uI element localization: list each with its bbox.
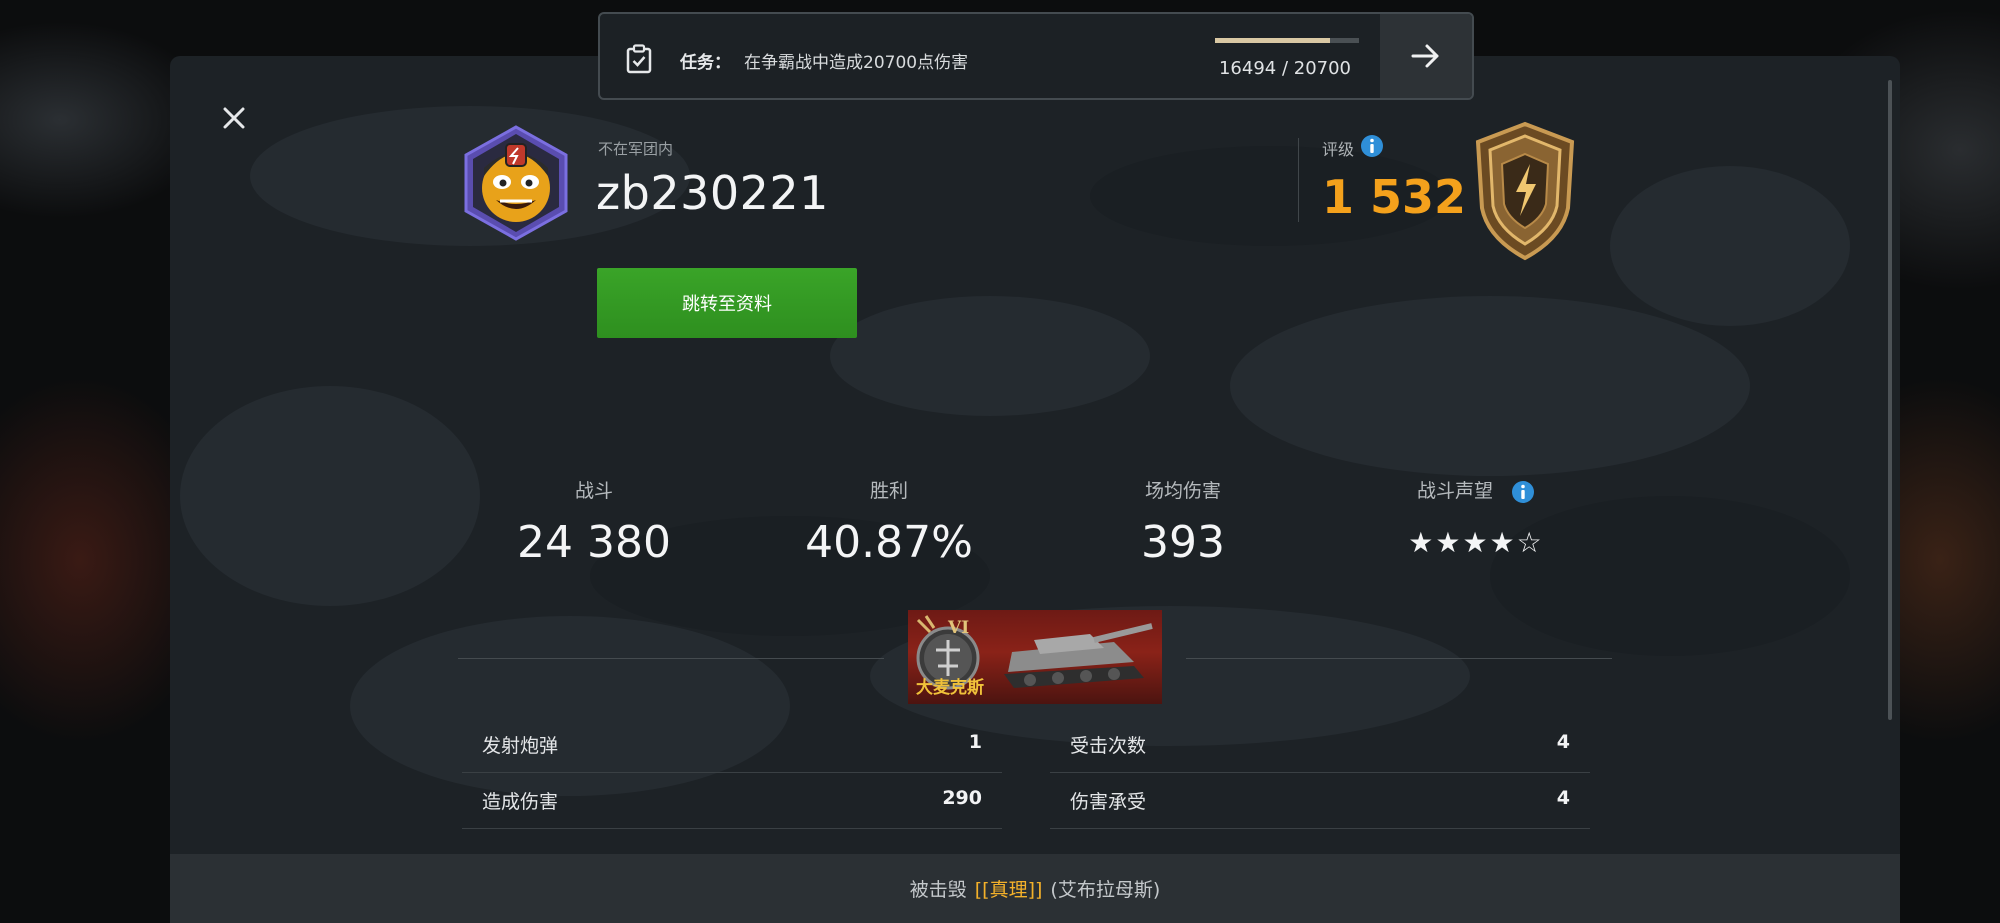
stat-avg-damage: 场均伤害 393 [1053,476,1313,568]
divider-right [1186,658,1612,659]
detail-row: 受击次数 4 [1050,717,1590,773]
kill-prefix: 被击毁 [909,879,967,901]
stat-value: 393 [1141,517,1225,568]
rating-divider [1298,138,1299,222]
stat-victories: 胜利 40.87% [759,476,1019,568]
stat-label: 场均伤害 [1144,480,1221,502]
detail-row: 发射炮弹 1 [462,717,1002,773]
killer-vehicle: (艾布拉母斯) [1050,879,1161,901]
stat-battles: 战斗 24 380 [464,476,724,568]
player-profile-panel [170,56,1900,923]
tank-tier: VI [948,618,970,638]
killer-clan-tag: [[真理]] [974,879,1043,901]
reputation-stars: ★★★★☆ [1408,525,1544,559]
mission-bar[interactable]: 任务： 在争霸战中造成20700点伤害 16494 / 20700 [598,12,1474,100]
goto-profile-button[interactable]: 跳转至资料 [597,268,857,338]
tank-card[interactable]: VI 大麦克斯 [908,610,1162,704]
kill-notification-bar: 被击毁 [[真理]] (艾布拉母斯) [170,854,1900,923]
detail-value: 4 [1556,787,1570,809]
stat-label: 战斗声望 [1416,480,1493,502]
tank-name: 大麦克斯 [916,678,984,698]
detail-value: 1 [968,731,982,753]
stat-label: 战斗 [574,480,613,502]
mission-progress-fill [1215,38,1330,43]
player-name: zb230221 [596,166,829,220]
divider-left [458,658,884,659]
detail-row: 伤害承受 4 [1050,773,1590,829]
close-button[interactable] [216,100,252,136]
player-avatar [464,125,568,241]
info-icon[interactable] [1360,134,1384,158]
detail-label: 受击次数 [1070,735,1147,757]
close-icon [223,107,245,129]
mission-description: 在争霸战中造成20700点伤害 [744,53,969,73]
rating-value: 1 532 [1322,170,1467,224]
mission-open-button[interactable] [1380,14,1472,98]
detail-label: 造成伤害 [482,791,559,813]
arrow-right-icon [1411,44,1439,68]
rating-label: 评级 [1322,140,1355,159]
mission-progress-text: 16494 / 20700 [1218,58,1352,79]
detail-row: 造成伤害 290 [462,773,1002,829]
stat-reputation: 战斗声望 ★★★★☆ [1346,476,1606,559]
detail-label: 发射炮弹 [482,735,559,757]
stat-value: 40.87% [805,517,973,568]
mission-label: 任务： [680,53,731,73]
camo-pattern [180,106,1850,796]
stat-value: 24 380 [517,517,671,568]
rank-shield-icon [1475,121,1575,261]
detail-value: 4 [1556,731,1570,753]
clan-status: 不在军团内 [598,140,674,158]
stat-label: 胜利 [869,480,908,502]
detail-value: 290 [942,787,982,809]
scrollbar[interactable] [1888,80,1892,720]
info-icon[interactable] [1511,480,1535,504]
detail-label: 伤害承受 [1070,791,1147,813]
mission-progress-bar [1215,38,1359,43]
clipboard-check-icon [626,44,652,74]
